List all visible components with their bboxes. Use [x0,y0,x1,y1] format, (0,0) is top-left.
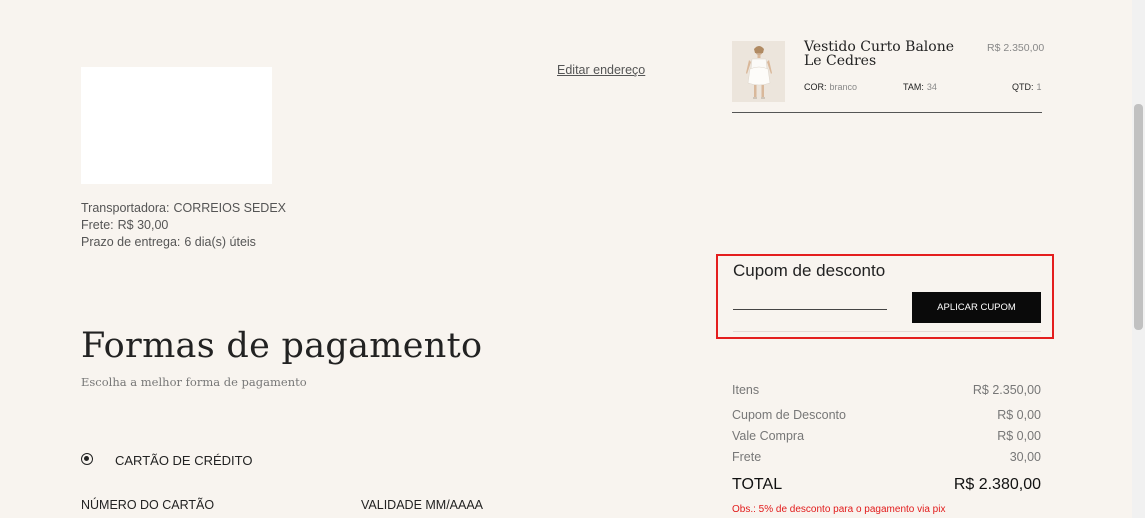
items-value: R$ 2.350,00 [972,383,1041,397]
carrier-value: CORREIOS SEDEX [173,201,287,215]
product-quantity: QTD: 1 [1012,82,1042,92]
freight-summary-value: 30,00 [1009,450,1041,464]
payment-title: Formas de pagamento [81,326,483,366]
coupon-divider [733,331,1041,332]
shipping-carrier: Transportadora: CORREIOS SEDEX [81,201,286,215]
product-price: R$ 2.350,00 [987,42,1045,54]
voucher-label: Vale Compra [732,429,805,443]
carrier-label: Transportadora: [81,201,170,215]
product-thumbnail[interactable] [732,41,785,102]
apply-coupon-button[interactable]: APLICAR CUPOM [912,292,1041,323]
summary-total-row: TOTAL R$ 2.380,00 [732,476,1041,494]
freight-label: Frete: [81,218,114,232]
delivery-label: Prazo de entrega: [81,235,181,249]
freight-value: R$ 30,00 [117,218,169,232]
card-number-label: NÚMERO DO CARTÃO [81,498,215,512]
shipping-freight: Frete: R$ 30,00 [81,218,168,232]
color-value: branco [829,82,858,92]
size-label: TAM: [903,82,924,92]
items-label: Itens [732,383,760,397]
color-label: COR: [804,82,827,92]
product-name[interactable]: Vestido Curto Balone Le Cedres [804,40,974,68]
credit-card-option-label[interactable]: CARTÃO DE CRÉDITO [115,453,252,468]
edit-address-link[interactable]: Editar endereço [557,63,645,77]
cart-divider [732,112,1042,113]
address-card [81,67,272,184]
voucher-value: R$ 0,00 [997,429,1041,443]
summary-items-row: Itens R$ 2.350,00 [732,383,1041,397]
discount-label: Cupom de Desconto [732,408,846,422]
total-value: R$ 2.380,00 [953,476,1041,493]
qty-label: QTD: [1012,82,1034,92]
delivery-value: 6 dia(s) úteis [184,235,256,249]
expiry-label: VALIDADE MM/AAAA [361,498,484,512]
product-color: COR: branco [804,82,857,92]
qty-value: 1 [1036,82,1042,92]
payment-subtitle: Escolha a melhor forma de pagamento [81,375,307,389]
summary-voucher-row: Vale Compra R$ 0,00 [732,429,1041,443]
pix-discount-note: Obs.: 5% de desconto para o pagamento vi… [732,504,946,515]
summary-discount-row: Cupom de Desconto R$ 0,00 [732,408,1041,422]
scrollbar-thumb[interactable] [1134,104,1143,330]
coupon-input[interactable] [733,292,887,310]
credit-card-radio[interactable] [81,453,93,465]
shipping-delivery-time: Prazo de entrega: 6 dia(s) úteis [81,235,256,249]
discount-value: R$ 0,00 [997,408,1041,422]
freight-summary-label: Frete [732,450,762,464]
dress-image-icon [732,41,785,102]
coupon-title: Cupom de desconto [733,261,886,280]
size-value: 34 [926,82,937,92]
summary-freight-row: Frete 30,00 [732,450,1041,464]
product-size: TAM: 34 [903,82,937,92]
total-label: TOTAL [732,476,783,493]
